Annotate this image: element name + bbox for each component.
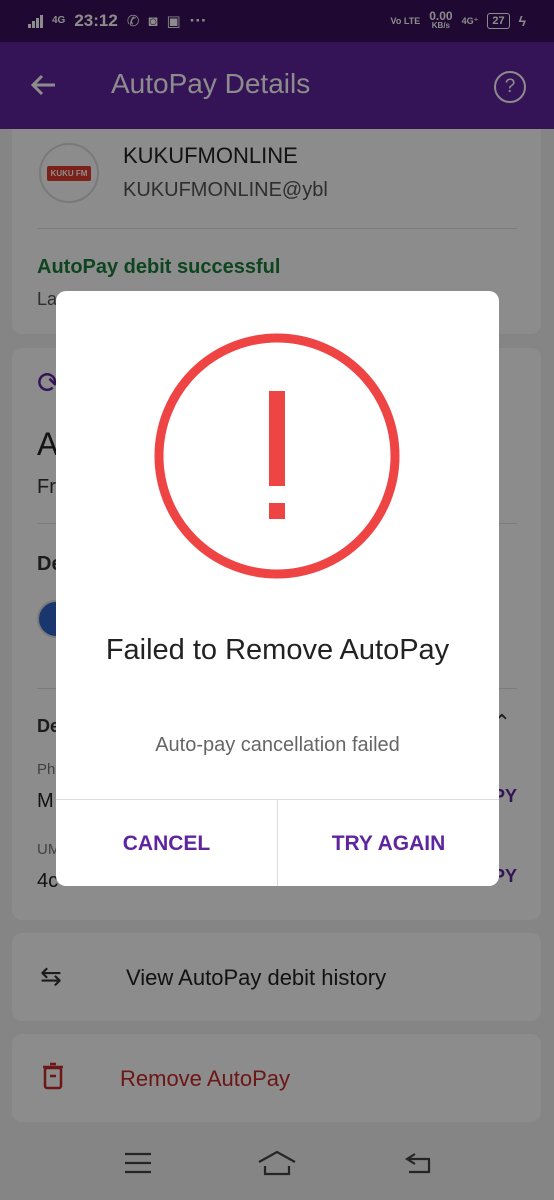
alert-icon [152, 331, 402, 581]
dialog-message: Auto-pay cancellation failed [155, 734, 400, 756]
cancel-button[interactable]: CANCEL [56, 800, 278, 886]
dialog-title: Failed to Remove AutoPay [105, 634, 450, 666]
try-again-button[interactable]: TRY AGAIN [278, 800, 499, 886]
error-dialog: Failed to Remove AutoPay Auto-pay cancel… [56, 291, 499, 886]
dialog-button-row: CANCEL TRY AGAIN [56, 799, 499, 886]
